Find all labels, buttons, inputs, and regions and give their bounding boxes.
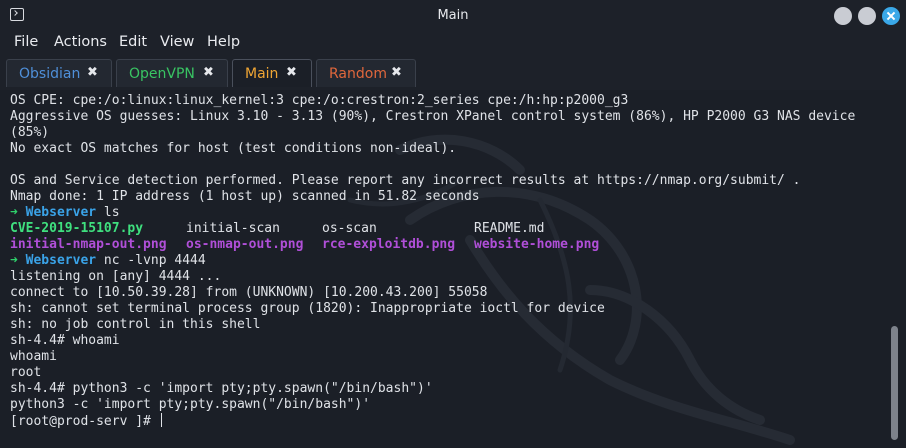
output-line: OS and Service detection performed. Plea… — [10, 173, 801, 188]
output-line: Nmap done: 1 IP address (1 host up) scan… — [10, 189, 480, 204]
output-line: connect to [10.50.39.28] from (UNKNOWN) … — [10, 285, 488, 300]
prompt-command: ls — [96, 205, 120, 220]
menu-edit[interactable]: Edit — [119, 34, 147, 50]
ls-output-row: CVE-2019-15107.py initial-scan os-scan R… — [10, 221, 890, 237]
terminal-window: Main File Actions Edit View Help Obsidia… — [0, 0, 906, 448]
minimize-button[interactable] — [834, 7, 852, 25]
output-line: root — [10, 365, 42, 380]
output-line: sh: no job control in this shell — [10, 317, 261, 332]
scrollbar-thumb[interactable] — [891, 326, 898, 440]
menu-view[interactable]: View — [160, 34, 194, 50]
shell-prompt-line: ➜ Webserver nc -lvnp 4444 — [10, 253, 890, 269]
tab-label: Random — [329, 66, 387, 82]
output-line: No exact OS matches for host (test condi… — [10, 141, 457, 156]
tab-close-icon[interactable]: ✖ — [87, 65, 98, 80]
close-button[interactable] — [882, 7, 900, 25]
prompt-directory: Webserver — [25, 205, 97, 220]
ls-entry-executable: CVE-2019-15107.py — [10, 221, 144, 236]
prompt-arrow-icon: ➜ — [10, 253, 18, 268]
output-line: sh-4.4# whoami — [10, 333, 120, 348]
terminal-output[interactable]: OS CPE: cpe:/o:linux:linux_kernel:3 cpe:… — [0, 90, 906, 448]
ls-entry-image: initial-nmap-out.png — [10, 237, 167, 252]
output-line: (85%) — [10, 125, 50, 140]
tab-close-icon[interactable]: ✖ — [203, 65, 214, 80]
prompt-directory: Webserver — [25, 253, 97, 268]
output-line: OS CPE: cpe:/o:linux:linux_kernel:3 cpe:… — [10, 93, 629, 108]
tab-close-icon[interactable]: ✖ — [391, 65, 402, 80]
prompt-command: nc -lvnp 4444 — [96, 253, 206, 268]
tab-label: Obsidian — [19, 66, 81, 82]
tab-label: Main — [245, 66, 279, 82]
output-line: whoami — [10, 349, 57, 364]
ls-entry-image: rce-exploitdb.png — [322, 237, 456, 252]
output-line: sh-4.4# python3 -c 'import pty;pty.spawn… — [10, 381, 433, 396]
maximize-button[interactable] — [858, 7, 876, 25]
prompt-arrow-icon: ➜ — [10, 205, 18, 220]
ls-output-row: initial-nmap-out.png os-nmap-out.png rce… — [10, 237, 890, 253]
tab-label: OpenVPN — [129, 66, 195, 82]
tab-openvpn[interactable]: OpenVPN ✖ — [116, 59, 228, 87]
ls-entry-file: README.md — [474, 221, 545, 236]
output-line: Aggressive OS guesses: Linux 3.10 - 3.13… — [10, 109, 856, 124]
ls-entry-directory: os-scan — [322, 221, 377, 236]
ls-entry-image: website-home.png — [474, 237, 600, 252]
menu-help[interactable]: Help — [207, 34, 240, 50]
output-line: sh: cannot set terminal process group (1… — [10, 301, 605, 316]
tab-random[interactable]: Random ✖ — [316, 59, 416, 87]
tab-close-icon[interactable]: ✖ — [286, 65, 297, 80]
ls-entry-directory: initial-scan — [186, 221, 280, 236]
root-prompt: [root@prod-serv ]# — [10, 414, 159, 429]
output-line: python3 -c 'import pty;pty.spawn("/bin/b… — [10, 397, 371, 412]
ls-entry-image: os-nmap-out.png — [186, 237, 304, 252]
output-line: listening on [any] 4444 ... — [10, 269, 222, 284]
active-prompt-line[interactable]: [root@prod-serv ]# — [10, 413, 890, 429]
text-cursor — [160, 413, 162, 427]
shell-prompt-line: ➜ Webserver ls — [10, 205, 890, 221]
tab-bar: Obsidian ✖ OpenVPN ✖ Main ✖ Random ✖ — [0, 56, 906, 91]
menu-actions[interactable]: Actions — [54, 34, 107, 50]
window-title: Main — [437, 8, 469, 23]
tab-main[interactable]: Main ✖ — [232, 59, 312, 87]
title-bar[interactable]: Main — [0, 0, 906, 32]
menu-file[interactable]: File — [14, 34, 38, 50]
menu-bar: File Actions Edit View Help — [0, 32, 906, 56]
tab-obsidian[interactable]: Obsidian ✖ — [6, 59, 112, 87]
